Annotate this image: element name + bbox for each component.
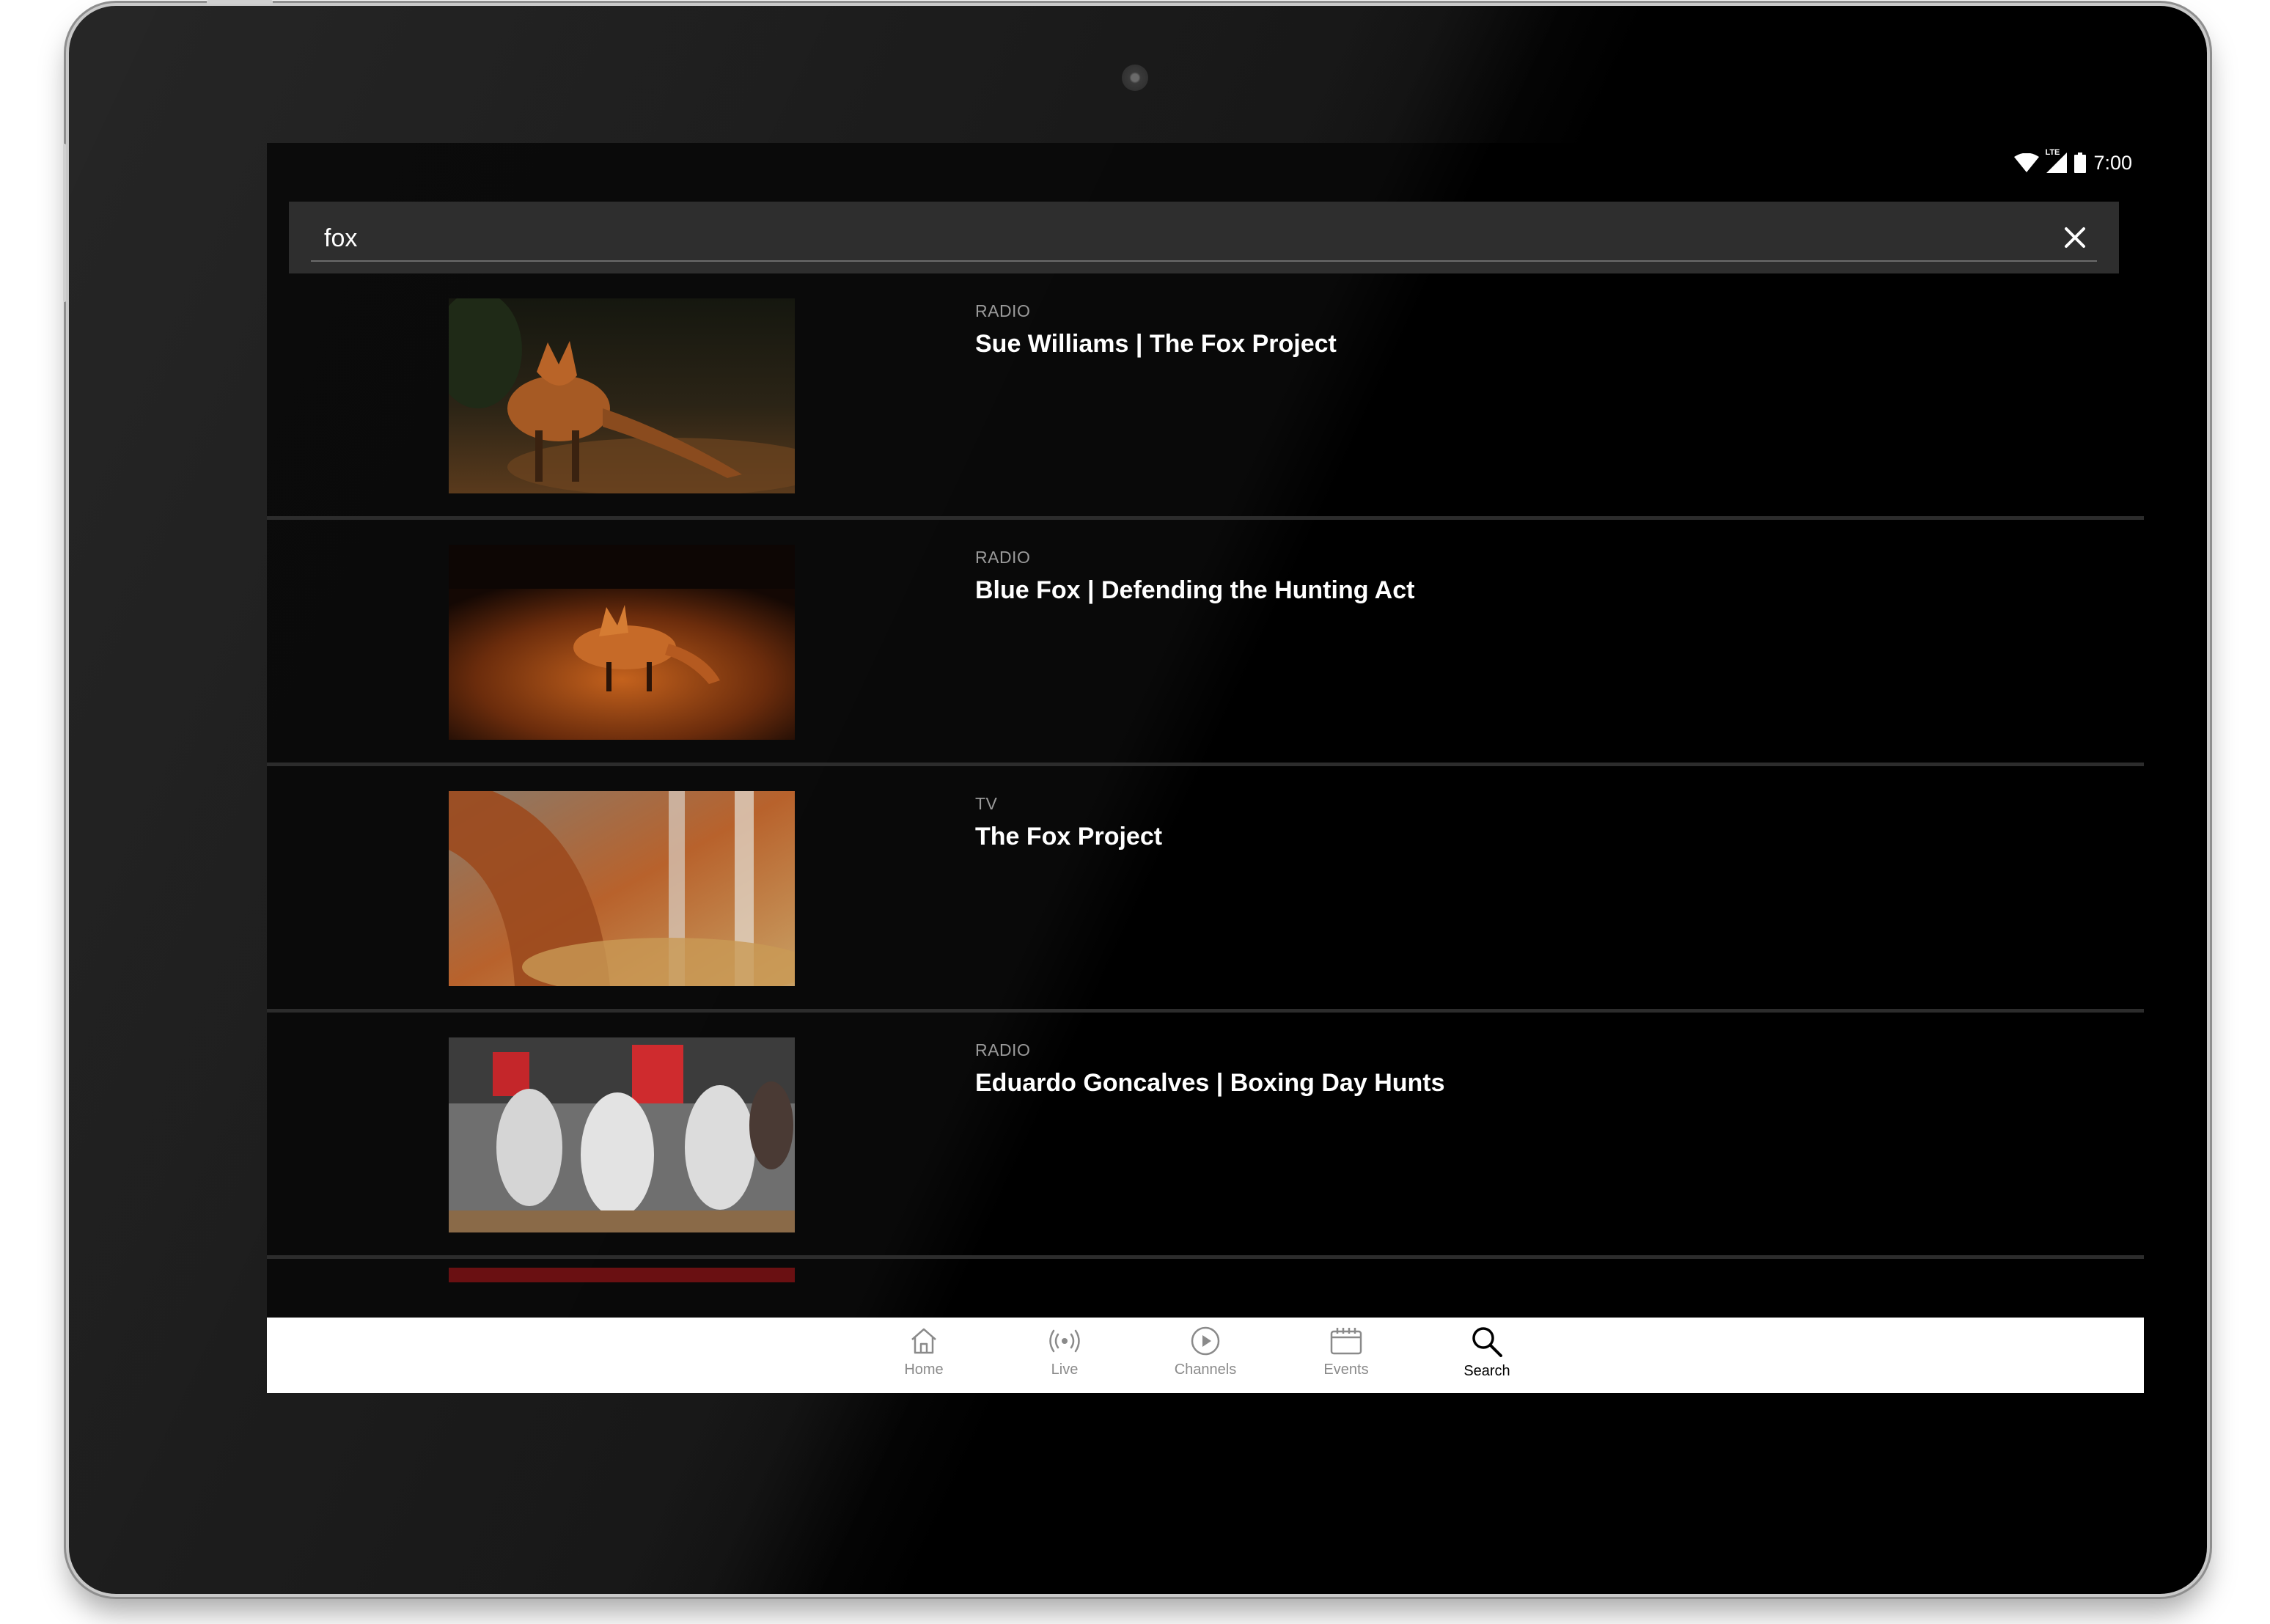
clock-time: 7:00: [2093, 151, 2132, 174]
result-title: Sue Williams | The Fox Project: [975, 330, 1337, 358]
result-info: RADIO Eduardo Goncalves | Boxing Day Hun…: [975, 1040, 1445, 1098]
search-icon: [1472, 1327, 1502, 1357]
broadcast-icon: [1049, 1329, 1080, 1353]
result-category: TV: [975, 794, 998, 813]
result-info: RADIO Sue Williams | The Fox Project: [975, 301, 1337, 359]
result-title: The Fox Project: [975, 823, 1163, 850]
result-category: RADIO: [975, 301, 1031, 320]
result-thumbnail-hunt-horses: [449, 1037, 795, 1232]
search-result-item[interactable]: RADIO Sue Williams | The Fox Project: [267, 273, 2144, 520]
nav-item-search[interactable]: Search: [1439, 1325, 1535, 1393]
home-icon: [911, 1328, 936, 1354]
app-screen: LTE 7:00 fox RADIO Sue Williams | The Fo…: [267, 143, 2144, 1393]
front-camera: [1122, 65, 1148, 91]
result-thumbnail-fox-standing: [449, 298, 795, 493]
nav-label-home: Home: [904, 1362, 944, 1378]
result-category: RADIO: [975, 1040, 1031, 1059]
close-icon: [2065, 227, 2085, 248]
nav-item-home[interactable]: Home: [876, 1325, 971, 1393]
result-category: RADIO: [975, 548, 1031, 567]
search-result-item[interactable]: RADIO Eduardo Goncalves | Boxing Day Hun…: [267, 1013, 2144, 1259]
tablet-frame: LTE 7:00 fox RADIO Sue Williams | The Fo…: [69, 6, 2207, 1594]
battery-icon: [2074, 153, 2087, 173]
status-bar: LTE 7:00: [2014, 143, 2132, 183]
result-title: Blue Fox | Defending the Hunting Act: [975, 576, 1415, 604]
nav-label-search: Search: [1463, 1363, 1510, 1379]
device-top-button: [207, 0, 273, 4]
nav-label-events: Events: [1323, 1362, 1369, 1378]
calendar-icon: [1330, 1328, 1362, 1355]
nav-item-channels[interactable]: Channels: [1158, 1325, 1253, 1393]
network-type-label: LTE: [2045, 148, 2060, 157]
search-results-list: RADIO Sue Williams | The Fox Project RAD…: [267, 273, 2144, 1393]
play-circle-icon: [1191, 1326, 1220, 1356]
wifi-icon: [2014, 153, 2040, 172]
result-thumbnail-partial: [449, 1268, 795, 1282]
result-thumbnail-fox-leaves: [449, 545, 795, 740]
search-input[interactable]: [323, 202, 2012, 275]
search-result-item[interactable]: RADIO Blue Fox | Defending the Hunting A…: [267, 520, 2144, 766]
result-title: Eduardo Goncalves | Boxing Day Hunts: [975, 1069, 1445, 1097]
device-side-button: [63, 144, 66, 302]
clear-search-button[interactable]: [2060, 223, 2090, 252]
cell-signal-icon: LTE: [2045, 148, 2068, 173]
nav-label-live: Live: [1051, 1362, 1079, 1378]
search-result-item[interactable]: TV The Fox Project: [267, 766, 2144, 1013]
nav-item-live[interactable]: Live: [1017, 1325, 1112, 1393]
search-underline: [311, 260, 2097, 262]
nav-label-channels: Channels: [1174, 1362, 1237, 1378]
result-thumbnail-fox-closeup: [449, 791, 795, 986]
result-info: RADIO Blue Fox | Defending the Hunting A…: [975, 548, 1414, 605]
bottom-navigation: Home Live Channels Events Search: [267, 1318, 2144, 1393]
result-info: TV The Fox Project: [975, 794, 1162, 851]
search-bar: [289, 202, 2119, 275]
nav-item-events[interactable]: Events: [1299, 1325, 1394, 1393]
